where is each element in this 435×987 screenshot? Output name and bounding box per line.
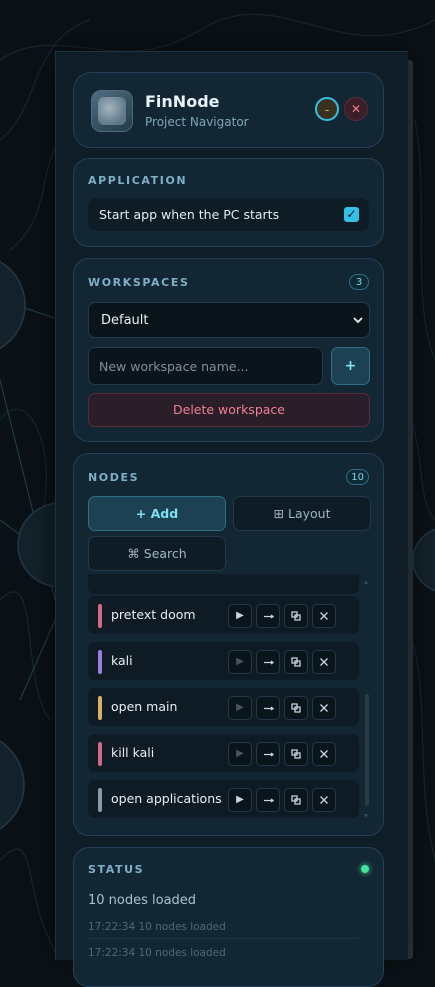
node-delete-button[interactable] [312, 696, 336, 720]
node-list: pretext doom ▶ kali ▶ open main ▶ kill kali ▶ op… [88, 574, 371, 824]
edit-icon [264, 614, 275, 619]
search-icon: ⌘ [127, 546, 140, 561]
application-section: APPLICATION Start app when the PC starts… [73, 158, 384, 247]
node-color-marker [98, 696, 102, 720]
workspace-count-badge: 3 [349, 274, 369, 290]
duplicate-icon [291, 703, 301, 713]
node-color-marker [98, 650, 102, 674]
section-heading: APPLICATION [88, 174, 188, 187]
play-icon: ▶ [236, 610, 244, 621]
node-duplicate-button[interactable] [284, 696, 308, 720]
node-count-badge: 10 [346, 469, 369, 485]
minimize-button[interactable]: - [315, 97, 339, 121]
section-heading: WORKSPACES [88, 276, 190, 289]
node-delete-button[interactable] [312, 742, 336, 766]
node-row[interactable]: pretext doom ▶ [88, 596, 359, 634]
app-title: FinNode [145, 92, 220, 111]
duplicate-icon [291, 795, 301, 805]
graph-node-circle[interactable] [0, 733, 25, 837]
layout-icon: ⊞ [273, 506, 284, 521]
node-edit-button[interactable] [256, 604, 280, 628]
graph-node-circle[interactable] [412, 528, 435, 592]
delete-icon [320, 658, 328, 666]
list-item-partial [88, 574, 359, 594]
layout-button[interactable]: ⊞ Layout [233, 496, 371, 531]
section-heading: NODES [88, 471, 140, 484]
workspace-select-value: Default [101, 313, 149, 328]
app-header: FinNode Project Navigator - ✕ [73, 72, 384, 148]
node-list-scrollbar-thumb[interactable] [365, 694, 369, 806]
play-icon: ▶ [236, 794, 244, 805]
app-logo [91, 90, 133, 132]
node-name: open main [111, 699, 178, 714]
status-summary: 10 nodes loaded [88, 893, 197, 908]
node-play-button[interactable]: ▶ [228, 788, 252, 812]
node-duplicate-button[interactable] [284, 788, 308, 812]
node-play-button[interactable]: ▶ [228, 696, 252, 720]
delete-icon [320, 704, 328, 712]
node-name: pretext doom [111, 607, 196, 622]
duplicate-icon [291, 657, 301, 667]
duplicate-icon [291, 749, 301, 759]
add-workspace-button[interactable]: + [331, 347, 370, 385]
node-duplicate-button[interactable] [284, 604, 308, 628]
edit-icon [264, 752, 275, 757]
log-line: 17:22:34 10 nodes loaded [88, 947, 226, 959]
play-icon: ▶ [236, 748, 244, 759]
node-delete-button[interactable] [312, 788, 336, 812]
play-icon: ▶ [236, 656, 244, 667]
logo-image [98, 97, 126, 125]
node-color-marker [98, 742, 102, 766]
layout-button-label: Layout [287, 506, 331, 521]
close-button[interactable]: ✕ [344, 97, 368, 121]
startup-option-row[interactable]: Start app when the PC starts ✓ [88, 198, 369, 231]
search-button[interactable]: ⌘ Search [88, 536, 226, 571]
node-row[interactable]: kali ▶ [88, 642, 359, 680]
delete-icon [320, 796, 328, 804]
node-edit-button[interactable] [256, 742, 280, 766]
node-color-marker [98, 604, 102, 628]
node-name: open applications [111, 791, 222, 806]
node-edit-button[interactable] [256, 788, 280, 812]
graph-node-circle[interactable] [0, 255, 26, 355]
node-name: kali [111, 653, 133, 668]
node-name: kill kali [111, 745, 155, 760]
edit-icon [264, 706, 275, 711]
delete-icon [320, 750, 328, 758]
log-divider [88, 938, 358, 939]
node-delete-button[interactable] [312, 604, 336, 628]
search-button-label: Search [143, 546, 187, 561]
log-line: 17:22:34 10 nodes loaded [88, 921, 226, 933]
startup-option-label: Start app when the PC starts [99, 207, 280, 222]
node-play-button[interactable]: ▶ [228, 742, 252, 766]
status-section: STATUS 10 nodes loaded 17:22:34 10 nodes… [73, 847, 384, 987]
node-delete-button[interactable] [312, 650, 336, 674]
play-icon: ▶ [236, 702, 244, 713]
delete-workspace-button[interactable]: Delete workspace [88, 393, 370, 427]
node-play-button[interactable]: ▶ [228, 604, 252, 628]
new-workspace-input[interactable] [88, 347, 323, 385]
delete-icon [320, 612, 328, 620]
edit-icon [264, 660, 275, 665]
add-node-button[interactable]: + Add [88, 496, 226, 531]
chevron-down-icon [353, 317, 363, 324]
node-row[interactable]: open applications ▶ [88, 780, 359, 818]
node-duplicate-button[interactable] [284, 742, 308, 766]
status-indicator-dot [361, 865, 369, 873]
node-row[interactable]: open main ▶ [88, 688, 359, 726]
node-duplicate-button[interactable] [284, 650, 308, 674]
node-edit-button[interactable] [256, 696, 280, 720]
section-heading: STATUS [88, 863, 145, 876]
node-edit-button[interactable] [256, 650, 280, 674]
edit-icon [264, 798, 275, 803]
startup-checkbox[interactable]: ✓ [344, 207, 359, 222]
app-subtitle: Project Navigator [145, 115, 249, 129]
duplicate-icon [291, 611, 301, 621]
node-play-button[interactable]: ▶ [228, 650, 252, 674]
node-color-marker [98, 788, 102, 812]
workspace-select[interactable]: Default [88, 302, 370, 338]
workspaces-section: WORKSPACES 3 Default + Delete workspace [73, 258, 384, 442]
node-row[interactable]: kill kali ▶ [88, 734, 359, 772]
nodes-section: NODES 10 + Add ⊞ Layout ⌘ Search pretext… [73, 453, 384, 836]
